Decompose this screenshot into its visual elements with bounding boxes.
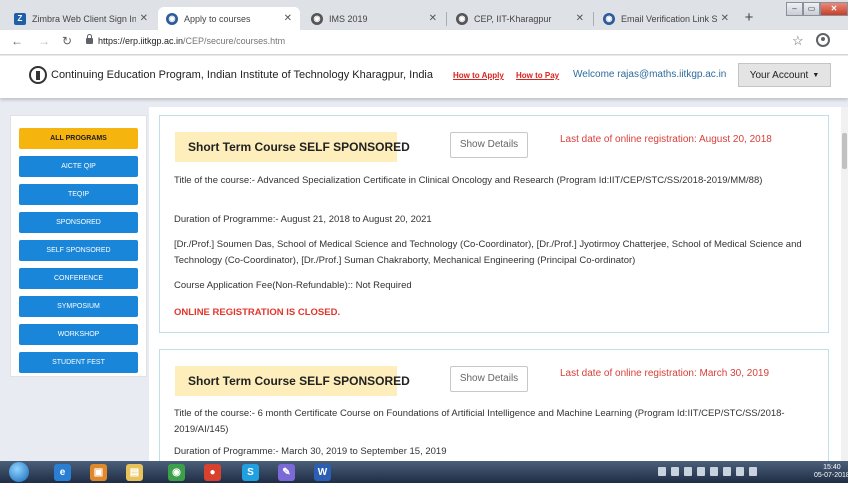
browser-tab-ims-2019[interactable]: ◉ IMS 2019 ✕ bbox=[303, 7, 445, 30]
lock-icon bbox=[86, 34, 93, 44]
scrollbar-thumb[interactable] bbox=[842, 133, 847, 169]
tray-icon[interactable] bbox=[684, 467, 692, 476]
clock-time: 15:40 bbox=[823, 464, 841, 471]
course-title: Title of the course:- 6 month Certificat… bbox=[174, 408, 785, 435]
taskbar-clock[interactable]: 15:40 05-07-2018 bbox=[814, 464, 848, 480]
close-tab-icon[interactable]: ✕ bbox=[140, 13, 148, 24]
address-bar[interactable]: https://erp.iitkgp.ac.in/CEP/secure/cour… bbox=[98, 36, 285, 46]
sidebar-item-self-sponsored[interactable]: SELF SPONSORED bbox=[19, 240, 138, 261]
file-explorer-icon[interactable]: ▤ bbox=[126, 464, 143, 481]
sidebar-item-workshop[interactable]: WORKSHOP bbox=[19, 324, 138, 345]
program-sidebar: ALL PROGRAMS AICTE QIP TEQIP SPONSORED S… bbox=[10, 115, 147, 377]
iit-logo-icon bbox=[29, 66, 47, 84]
course-card: Short Term Course SELF SPONSORED Show De… bbox=[159, 349, 829, 461]
back-arrow-icon[interactable]: ← bbox=[11, 34, 23, 48]
browser-tab-apply-to-courses[interactable]: ◉ Apply to courses ✕ bbox=[158, 7, 300, 30]
browser-tab-email-verification[interactable]: ◉ Email Verification Link Sent ✕ bbox=[595, 7, 737, 30]
new-tab-plus-icon[interactable]: + bbox=[739, 8, 759, 28]
restore-window-icon[interactable]: ▭ bbox=[803, 2, 820, 16]
start-button-icon[interactable] bbox=[9, 462, 29, 482]
close-tab-icon[interactable]: ✕ bbox=[721, 13, 729, 24]
close-tab-icon[interactable]: ✕ bbox=[284, 13, 292, 24]
course-title: Title of the course:- Advanced Specializ… bbox=[174, 175, 763, 186]
tab-separator bbox=[446, 12, 447, 26]
sidebar-item-conference[interactable]: CONFERENCE bbox=[19, 268, 138, 289]
skype-icon[interactable]: S bbox=[242, 464, 259, 481]
site-title: Continuing Education Program, Indian Ins… bbox=[51, 69, 433, 81]
sidebar-item-aicte-qip[interactable]: AICTE QIP bbox=[19, 156, 138, 177]
course-type-label: Short Term Course SELF SPONSORED bbox=[175, 366, 410, 396]
site-favicon-icon: ◉ bbox=[603, 12, 615, 25]
close-tab-icon[interactable]: ✕ bbox=[429, 13, 437, 24]
tab-title: IMS 2019 bbox=[329, 13, 368, 24]
volume-icon[interactable] bbox=[749, 467, 757, 476]
course-duration: Duration of Programme:- March 30, 2019 t… bbox=[174, 446, 447, 457]
course-list-panel: Short Term Course SELF SPONSORED Show De… bbox=[149, 107, 841, 461]
zimbra-favicon-icon: Z bbox=[14, 12, 26, 25]
clock-date: 05-07-2018 bbox=[814, 472, 848, 479]
tab-separator bbox=[593, 12, 594, 26]
browser-tab-zimbra[interactable]: Z Zimbra Web Client Sign In ✕ bbox=[6, 7, 156, 30]
show-details-button[interactable]: Show Details bbox=[450, 366, 528, 392]
system-tray bbox=[658, 467, 757, 476]
course-type-label: Short Term Course SELF SPONSORED bbox=[175, 132, 410, 162]
your-account-dropdown[interactable]: Your Account ▼ bbox=[738, 63, 831, 87]
registration-deadline: Last date of online registration: March … bbox=[560, 368, 770, 379]
course-coordinators: [Dr./Prof.] Soumen Das, School of Medica… bbox=[174, 239, 802, 266]
tray-icon[interactable] bbox=[697, 467, 705, 476]
sidebar-item-sponsored[interactable]: SPONSORED bbox=[19, 212, 138, 233]
close-window-icon[interactable]: ✕ bbox=[820, 2, 848, 16]
show-details-button[interactable]: Show Details bbox=[450, 132, 528, 158]
minimize-window-icon[interactable]: – bbox=[786, 2, 803, 16]
close-tab-icon[interactable]: ✕ bbox=[576, 13, 584, 24]
tray-icon[interactable] bbox=[710, 467, 718, 476]
word-icon[interactable]: W bbox=[314, 464, 331, 481]
course-card: Short Term Course SELF SPONSORED Show De… bbox=[159, 115, 829, 333]
tab-title: Email Verification Link Sent bbox=[621, 13, 717, 24]
tray-icon[interactable] bbox=[723, 467, 731, 476]
reload-icon[interactable]: ↻ bbox=[62, 34, 72, 48]
bookmark-star-icon[interactable]: ☆ bbox=[792, 33, 804, 49]
registration-deadline: Last date of online registration: August… bbox=[560, 134, 772, 145]
url-host: https://erp.iitkgp.ac.in bbox=[98, 36, 184, 46]
caret-down-icon: ▼ bbox=[812, 71, 820, 79]
tab-title: Apply to courses bbox=[184, 13, 251, 24]
browser-toolbar: ← → ↻ https://erp.iitkgp.ac.in/CEP/secur… bbox=[0, 30, 848, 55]
firefox-icon[interactable]: ● bbox=[204, 464, 221, 481]
profile-icon[interactable] bbox=[816, 33, 830, 47]
browser-tab-cep-iit-kharagpur[interactable]: ◉ CEP, IIT-Kharagpur ✕ bbox=[448, 7, 592, 30]
window-controls: – ▭ ✕ bbox=[786, 2, 848, 16]
media-player-icon[interactable]: ▣ bbox=[90, 464, 107, 481]
registration-status: ONLINE REGISTRATION IS CLOSED. bbox=[174, 307, 341, 318]
site-favicon-icon: ◉ bbox=[456, 12, 468, 25]
your-account-label: Your Account bbox=[749, 69, 809, 81]
site-favicon-icon: ◉ bbox=[166, 12, 178, 25]
how-to-apply-link[interactable]: How to Apply bbox=[453, 71, 504, 80]
url-path: /CEP/secure/courses.htm bbox=[183, 36, 286, 46]
chrome-icon[interactable]: ◉ bbox=[168, 464, 185, 481]
globe-favicon-icon: ◉ bbox=[311, 12, 323, 25]
sidebar-item-symposium[interactable]: SYMPOSIUM bbox=[19, 296, 138, 317]
tab-title: Zimbra Web Client Sign In bbox=[32, 13, 136, 24]
browser-tab-strip: Z Zimbra Web Client Sign In ✕ ◉ Apply to… bbox=[0, 0, 848, 30]
sidebar-item-all-programs[interactable]: ALL PROGRAMS bbox=[19, 128, 138, 149]
windows-taskbar: e ▣ ▤ ◉ ● S ✎ W 15:40 05-07-2018 bbox=[0, 461, 848, 483]
course-duration: Duration of Programme:- August 21, 2018 … bbox=[174, 214, 432, 225]
site-header: Continuing Education Program, Indian Ins… bbox=[0, 56, 848, 98]
tray-icon[interactable] bbox=[671, 467, 679, 476]
welcome-user-text: Welcome rajas@maths.iitkgp.ac.in bbox=[573, 69, 727, 80]
how-to-pay-link[interactable]: How to Pay bbox=[516, 71, 559, 80]
sidebar-item-student-fest[interactable]: STUDENT FEST bbox=[19, 352, 138, 373]
tab-title: CEP, IIT-Kharagpur bbox=[474, 13, 552, 24]
tray-icon[interactable] bbox=[658, 467, 666, 476]
paint-icon[interactable]: ✎ bbox=[278, 464, 295, 481]
sidebar-item-teqip[interactable]: TEQIP bbox=[19, 184, 138, 205]
course-fee: Course Application Fee(Non-Refundable)::… bbox=[174, 280, 412, 291]
internet-explorer-icon[interactable]: e bbox=[54, 464, 71, 481]
tray-icon[interactable] bbox=[736, 467, 744, 476]
forward-arrow-icon[interactable]: → bbox=[38, 34, 50, 48]
